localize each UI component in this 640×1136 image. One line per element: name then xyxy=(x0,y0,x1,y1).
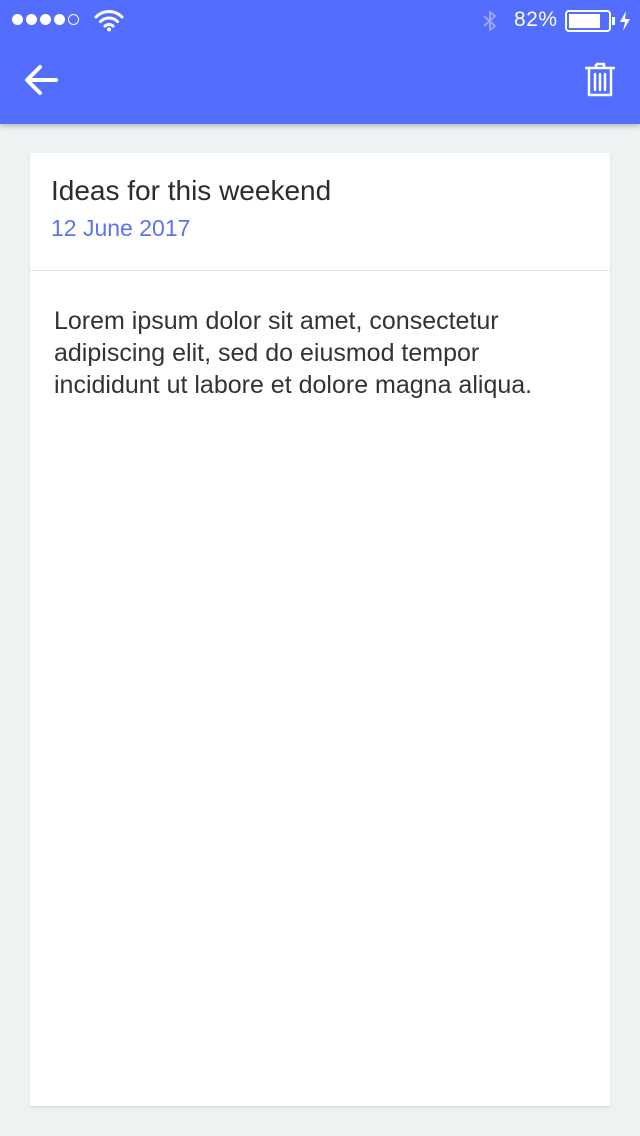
app-bar: 82% xyxy=(0,0,640,124)
lightning-icon xyxy=(620,11,630,31)
wifi-icon xyxy=(94,10,124,32)
battery-percentage: 82% xyxy=(514,8,558,31)
trash-icon xyxy=(585,62,615,97)
note-date: 12 June 2017 xyxy=(51,215,191,241)
note-body[interactable]: Lorem ipsum dolor sit amet, consectetur … xyxy=(30,271,610,401)
delete-button[interactable] xyxy=(578,58,622,102)
note-title: Ideas for this weekend xyxy=(51,175,332,206)
status-bar: 82% xyxy=(0,0,640,40)
note-card: Ideas for this weekend 12 June 2017 Lore… xyxy=(30,153,610,1106)
signal-dots-icon xyxy=(12,14,79,25)
back-button[interactable] xyxy=(20,58,64,102)
arrow-left-icon xyxy=(25,65,58,95)
note-header: Ideas for this weekend 12 June 2017 xyxy=(30,153,610,271)
battery-icon xyxy=(565,10,615,32)
bluetooth-icon xyxy=(483,11,496,31)
